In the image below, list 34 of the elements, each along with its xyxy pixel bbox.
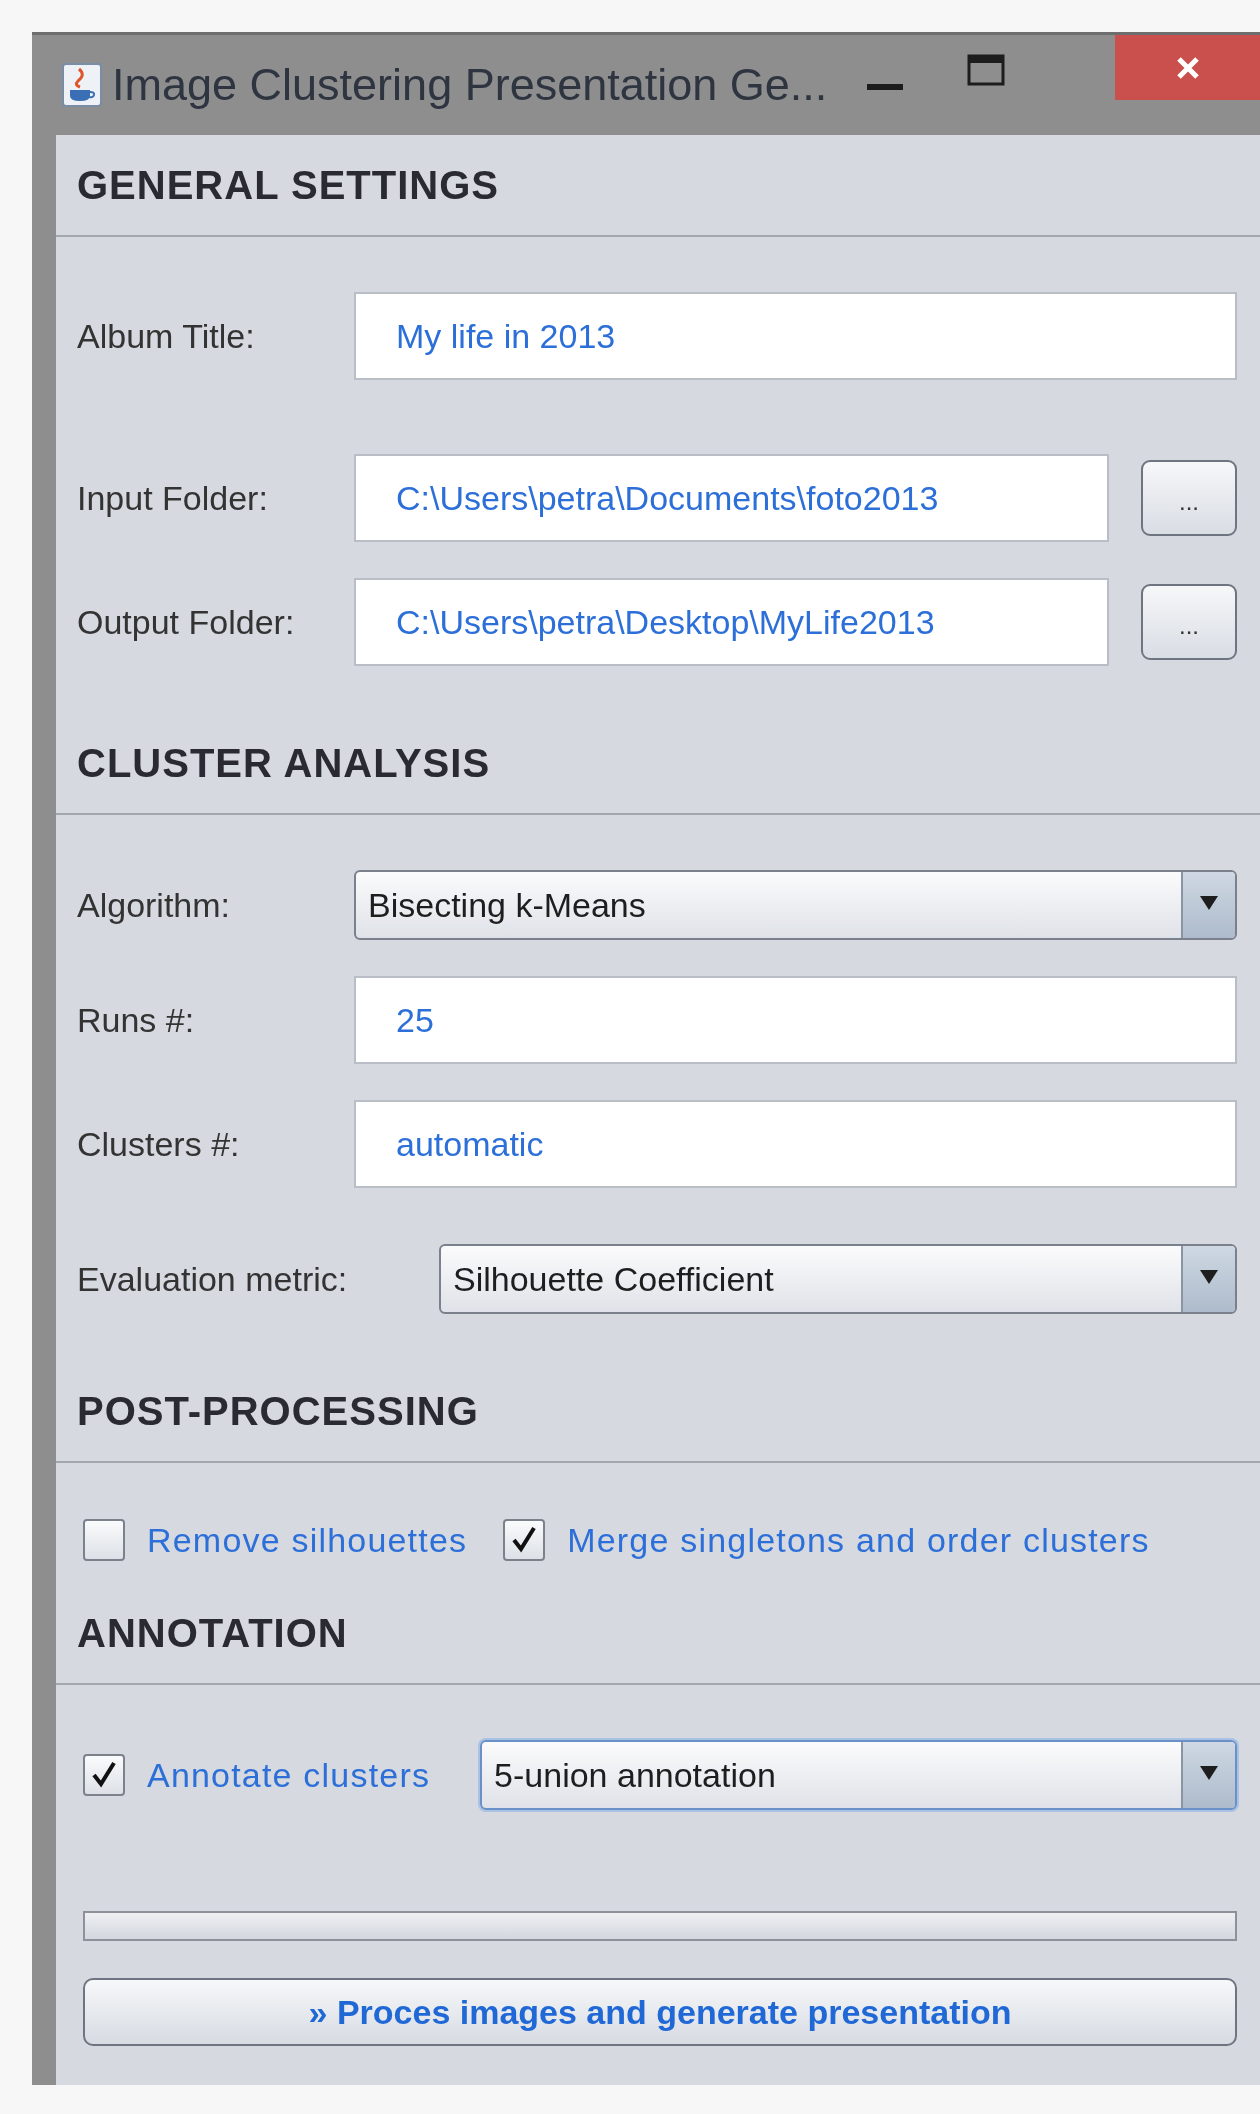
field-label: Output Folder: [77,602,296,642]
input-field[interactable]: automatic [354,1100,1237,1188]
checkbox-label[interactable]: Annotate clusters [147,1755,431,1795]
input-field[interactable]: C:\Users\petra\Desktop\MyLife2013 [354,578,1109,666]
section-heading: POST-PROCESSING [77,1388,479,1434]
field-label: Clusters #: [77,1124,241,1164]
checkbox-label[interactable]: Merge singletons and order clusters [567,1520,1150,1560]
input-field[interactable]: 25 [354,976,1237,1064]
process-button[interactable]: » Proces images and generate presentation [83,1978,1237,2046]
section-heading: CLUSTER ANALYSIS [77,740,491,786]
field-label: Input Folder: [77,478,269,518]
dropdown[interactable]: Bisecting k-Means [354,870,1237,940]
section-heading: GENERAL SETTINGS [77,162,499,208]
dropdown[interactable]: 5-union annotation [480,1740,1237,1810]
cup-icon [62,63,102,107]
window-title: Image Clustering Presentation Ge... [112,59,828,111]
checkbox[interactable] [83,1754,125,1796]
field-label: Runs #: [77,1000,196,1040]
checkbox-label[interactable]: Remove silhouettes [147,1520,468,1560]
browse-button[interactable]: ... [1141,460,1237,536]
close-icon [1175,55,1200,80]
minimize-icon[interactable] [867,84,904,90]
field-label: Algorithm: [77,885,232,925]
maximize-icon[interactable] [967,54,1006,86]
field-label: Evaluation metric: [77,1259,349,1299]
field-label: Album Title: [77,316,256,356]
browse-button[interactable]: ... [1141,584,1237,660]
checkbox[interactable] [83,1519,125,1561]
input-field[interactable]: C:\Users\petra\Documents\foto2013 [354,454,1109,542]
close-button[interactable] [1115,35,1260,100]
dropdown[interactable]: Silhouette Coefficient [439,1244,1237,1314]
input-field[interactable]: My life in 2013 [354,292,1237,380]
checkbox[interactable] [503,1519,546,1561]
section-heading: ANNOTATION [77,1610,348,1656]
